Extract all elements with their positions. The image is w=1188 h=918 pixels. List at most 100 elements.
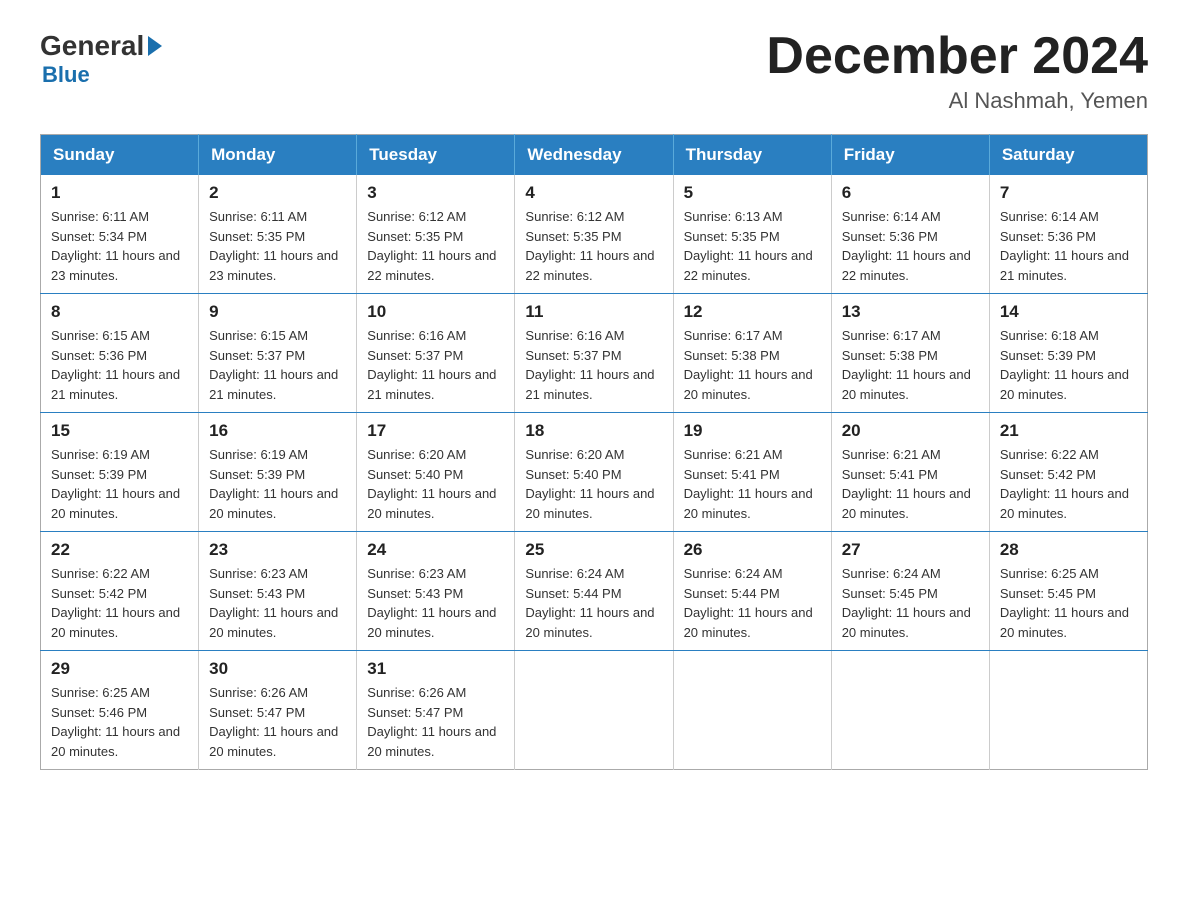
day-number: 24 [367, 540, 504, 560]
calendar-cell [515, 651, 673, 770]
calendar-cell: 19 Sunrise: 6:21 AMSunset: 5:41 PMDayligh… [673, 413, 831, 532]
day-info: Sunrise: 6:24 AMSunset: 5:44 PMDaylight:… [684, 564, 821, 642]
day-info: Sunrise: 6:23 AMSunset: 5:43 PMDaylight:… [209, 564, 346, 642]
calendar-cell [673, 651, 831, 770]
day-info: Sunrise: 6:13 AMSunset: 5:35 PMDaylight:… [684, 207, 821, 285]
day-info: Sunrise: 6:23 AMSunset: 5:43 PMDaylight:… [367, 564, 504, 642]
calendar-week-row: 8Sunrise: 6:15 AMSunset: 5:36 PMDaylight… [41, 294, 1148, 413]
day-info: Sunrise: 6:22 AMSunset: 5:42 PMDaylight:… [1000, 445, 1137, 523]
day-info: Sunrise: 6:21 AMSunset: 5:41 PMDaylight:… [842, 445, 979, 523]
day-info: Sunrise: 6:17 AMSunset: 5:38 PMDaylight:… [842, 326, 979, 404]
day-number: 10 [367, 302, 504, 322]
day-number: 29 [51, 659, 188, 679]
calendar-cell: 31 Sunrise: 6:26 AMSunset: 5:47 PMDayligh… [357, 651, 515, 770]
calendar-cell: 10 Sunrise: 6:16 AMSunset: 5:37 PMDayligh… [357, 294, 515, 413]
calendar-cell [831, 651, 989, 770]
calendar-cell: 18Sunrise: 6:20 AMSunset: 5:40 PMDayligh… [515, 413, 673, 532]
day-number: 4 [525, 183, 662, 203]
calendar-cell: 14Sunrise: 6:18 AMSunset: 5:39 PMDayligh… [989, 294, 1147, 413]
day-info: Sunrise: 6:25 AMSunset: 5:46 PMDaylight:… [51, 683, 188, 761]
col-header-wednesday: Wednesday [515, 135, 673, 176]
calendar-cell: 4 Sunrise: 6:12 AMSunset: 5:35 PMDaylight… [515, 175, 673, 294]
calendar-table: SundayMondayTuesdayWednesdayThursdayFrid… [40, 134, 1148, 770]
day-info: Sunrise: 6:20 AMSunset: 5:40 PMDaylight:… [367, 445, 504, 523]
day-number: 11 [525, 302, 662, 322]
calendar-header-row: SundayMondayTuesdayWednesdayThursdayFrid… [41, 135, 1148, 176]
calendar-cell: 11Sunrise: 6:16 AMSunset: 5:37 PMDayligh… [515, 294, 673, 413]
day-info: Sunrise: 6:17 AMSunset: 5:38 PMDaylight:… [684, 326, 821, 404]
day-info: Sunrise: 6:24 AMSunset: 5:45 PMDaylight:… [842, 564, 979, 642]
calendar-cell: 21 Sunrise: 6:22 AMSunset: 5:42 PMDayligh… [989, 413, 1147, 532]
col-header-saturday: Saturday [989, 135, 1147, 176]
day-info: Sunrise: 6:20 AMSunset: 5:40 PMDaylight:… [525, 445, 662, 523]
col-header-monday: Monday [199, 135, 357, 176]
calendar-week-row: 22Sunrise: 6:22 AMSunset: 5:42 PMDayligh… [41, 532, 1148, 651]
day-number: 7 [1000, 183, 1137, 203]
day-info: Sunrise: 6:25 AMSunset: 5:45 PMDaylight:… [1000, 564, 1137, 642]
day-info: Sunrise: 6:14 AMSunset: 5:36 PMDaylight:… [1000, 207, 1137, 285]
day-info: Sunrise: 6:12 AMSunset: 5:35 PMDaylight:… [525, 207, 662, 285]
calendar-cell: 9Sunrise: 6:15 AMSunset: 5:37 PMDaylight… [199, 294, 357, 413]
day-number: 15 [51, 421, 188, 441]
logo-arrow-icon [148, 36, 162, 56]
calendar-cell: 1 Sunrise: 6:11 AMSunset: 5:34 PMDaylight… [41, 175, 199, 294]
day-info: Sunrise: 6:19 AMSunset: 5:39 PMDaylight:… [209, 445, 346, 523]
calendar-cell: 27Sunrise: 6:24 AMSunset: 5:45 PMDayligh… [831, 532, 989, 651]
day-number: 6 [842, 183, 979, 203]
calendar-cell: 2 Sunrise: 6:11 AMSunset: 5:35 PMDaylight… [199, 175, 357, 294]
calendar-cell: 22Sunrise: 6:22 AMSunset: 5:42 PMDayligh… [41, 532, 199, 651]
day-info: Sunrise: 6:12 AMSunset: 5:35 PMDaylight:… [367, 207, 504, 285]
location-label: Al Nashmah, Yemen [766, 88, 1148, 114]
day-info: Sunrise: 6:11 AMSunset: 5:35 PMDaylight:… [209, 207, 346, 285]
day-number: 1 [51, 183, 188, 203]
calendar-cell: 15 Sunrise: 6:19 AMSunset: 5:39 PMDayligh… [41, 413, 199, 532]
day-number: 17 [367, 421, 504, 441]
col-header-tuesday: Tuesday [357, 135, 515, 176]
day-info: Sunrise: 6:15 AMSunset: 5:36 PMDaylight:… [51, 326, 188, 404]
page-header: General Blue December 2024 Al Nashmah, Y… [40, 30, 1148, 114]
calendar-cell: 16 Sunrise: 6:19 AMSunset: 5:39 PMDayligh… [199, 413, 357, 532]
day-number: 12 [684, 302, 821, 322]
day-info: Sunrise: 6:21 AMSunset: 5:41 PMDaylight:… [684, 445, 821, 523]
day-number: 3 [367, 183, 504, 203]
calendar-week-row: 1 Sunrise: 6:11 AMSunset: 5:34 PMDaylight… [41, 175, 1148, 294]
calendar-cell: 5 Sunrise: 6:13 AMSunset: 5:35 PMDaylight… [673, 175, 831, 294]
day-number: 31 [367, 659, 504, 679]
calendar-cell [989, 651, 1147, 770]
day-number: 28 [1000, 540, 1137, 560]
calendar-cell: 17 Sunrise: 6:20 AMSunset: 5:40 PMDayligh… [357, 413, 515, 532]
calendar-cell: 28 Sunrise: 6:25 AMSunset: 5:45 PMDayligh… [989, 532, 1147, 651]
day-info: Sunrise: 6:18 AMSunset: 5:39 PMDaylight:… [1000, 326, 1137, 404]
calendar-cell: 24 Sunrise: 6:23 AMSunset: 5:43 PMDayligh… [357, 532, 515, 651]
day-number: 21 [1000, 421, 1137, 441]
calendar-cell: 23Sunrise: 6:23 AMSunset: 5:43 PMDayligh… [199, 532, 357, 651]
day-number: 19 [684, 421, 821, 441]
day-info: Sunrise: 6:19 AMSunset: 5:39 PMDaylight:… [51, 445, 188, 523]
day-number: 13 [842, 302, 979, 322]
day-info: Sunrise: 6:14 AMSunset: 5:36 PMDaylight:… [842, 207, 979, 285]
day-info: Sunrise: 6:26 AMSunset: 5:47 PMDaylight:… [367, 683, 504, 761]
calendar-cell: 3 Sunrise: 6:12 AMSunset: 5:35 PMDaylight… [357, 175, 515, 294]
col-header-thursday: Thursday [673, 135, 831, 176]
calendar-cell: 8Sunrise: 6:15 AMSunset: 5:36 PMDaylight… [41, 294, 199, 413]
calendar-week-row: 15 Sunrise: 6:19 AMSunset: 5:39 PMDayligh… [41, 413, 1148, 532]
day-info: Sunrise: 6:15 AMSunset: 5:37 PMDaylight:… [209, 326, 346, 404]
day-number: 16 [209, 421, 346, 441]
title-section: December 2024 Al Nashmah, Yemen [766, 30, 1148, 114]
col-header-sunday: Sunday [41, 135, 199, 176]
calendar-cell: 6 Sunrise: 6:14 AMSunset: 5:36 PMDaylight… [831, 175, 989, 294]
calendar-cell: 29 Sunrise: 6:25 AMSunset: 5:46 PMDayligh… [41, 651, 199, 770]
day-number: 26 [684, 540, 821, 560]
day-info: Sunrise: 6:11 AMSunset: 5:34 PMDaylight:… [51, 207, 188, 285]
calendar-cell: 26 Sunrise: 6:24 AMSunset: 5:44 PMDayligh… [673, 532, 831, 651]
logo: General Blue [40, 30, 164, 88]
day-info: Sunrise: 6:24 AMSunset: 5:44 PMDaylight:… [525, 564, 662, 642]
day-number: 22 [51, 540, 188, 560]
day-number: 2 [209, 183, 346, 203]
month-title: December 2024 [766, 30, 1148, 82]
day-number: 30 [209, 659, 346, 679]
day-info: Sunrise: 6:16 AMSunset: 5:37 PMDaylight:… [367, 326, 504, 404]
day-number: 5 [684, 183, 821, 203]
calendar-cell: 7 Sunrise: 6:14 AMSunset: 5:36 PMDaylight… [989, 175, 1147, 294]
logo-blue-text: Blue [42, 62, 90, 88]
